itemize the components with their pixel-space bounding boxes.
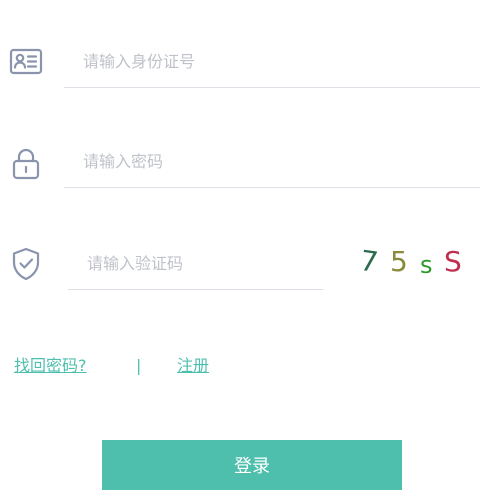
shield-check-icon [8, 246, 44, 282]
password-field [64, 136, 480, 188]
captcha-char: 7 [357, 243, 381, 280]
login-button[interactable]: 登录 [102, 440, 402, 490]
id-number-field [64, 36, 480, 88]
links-separator: | [136, 356, 142, 375]
id-number-input[interactable] [64, 36, 480, 87]
lock-icon [8, 146, 44, 182]
register-link[interactable]: 注册 [177, 352, 209, 380]
captcha-char: 5 [390, 245, 408, 278]
captcha-char: s [420, 251, 433, 279]
id-card-icon [8, 44, 44, 80]
forgot-password-link[interactable]: 找回密码? [14, 352, 87, 380]
captcha-input[interactable] [68, 238, 323, 289]
captcha-image[interactable]: 7 5 s S [356, 242, 466, 282]
captcha-field [68, 238, 323, 290]
captcha-char: S [444, 245, 462, 278]
password-input[interactable] [64, 136, 480, 187]
